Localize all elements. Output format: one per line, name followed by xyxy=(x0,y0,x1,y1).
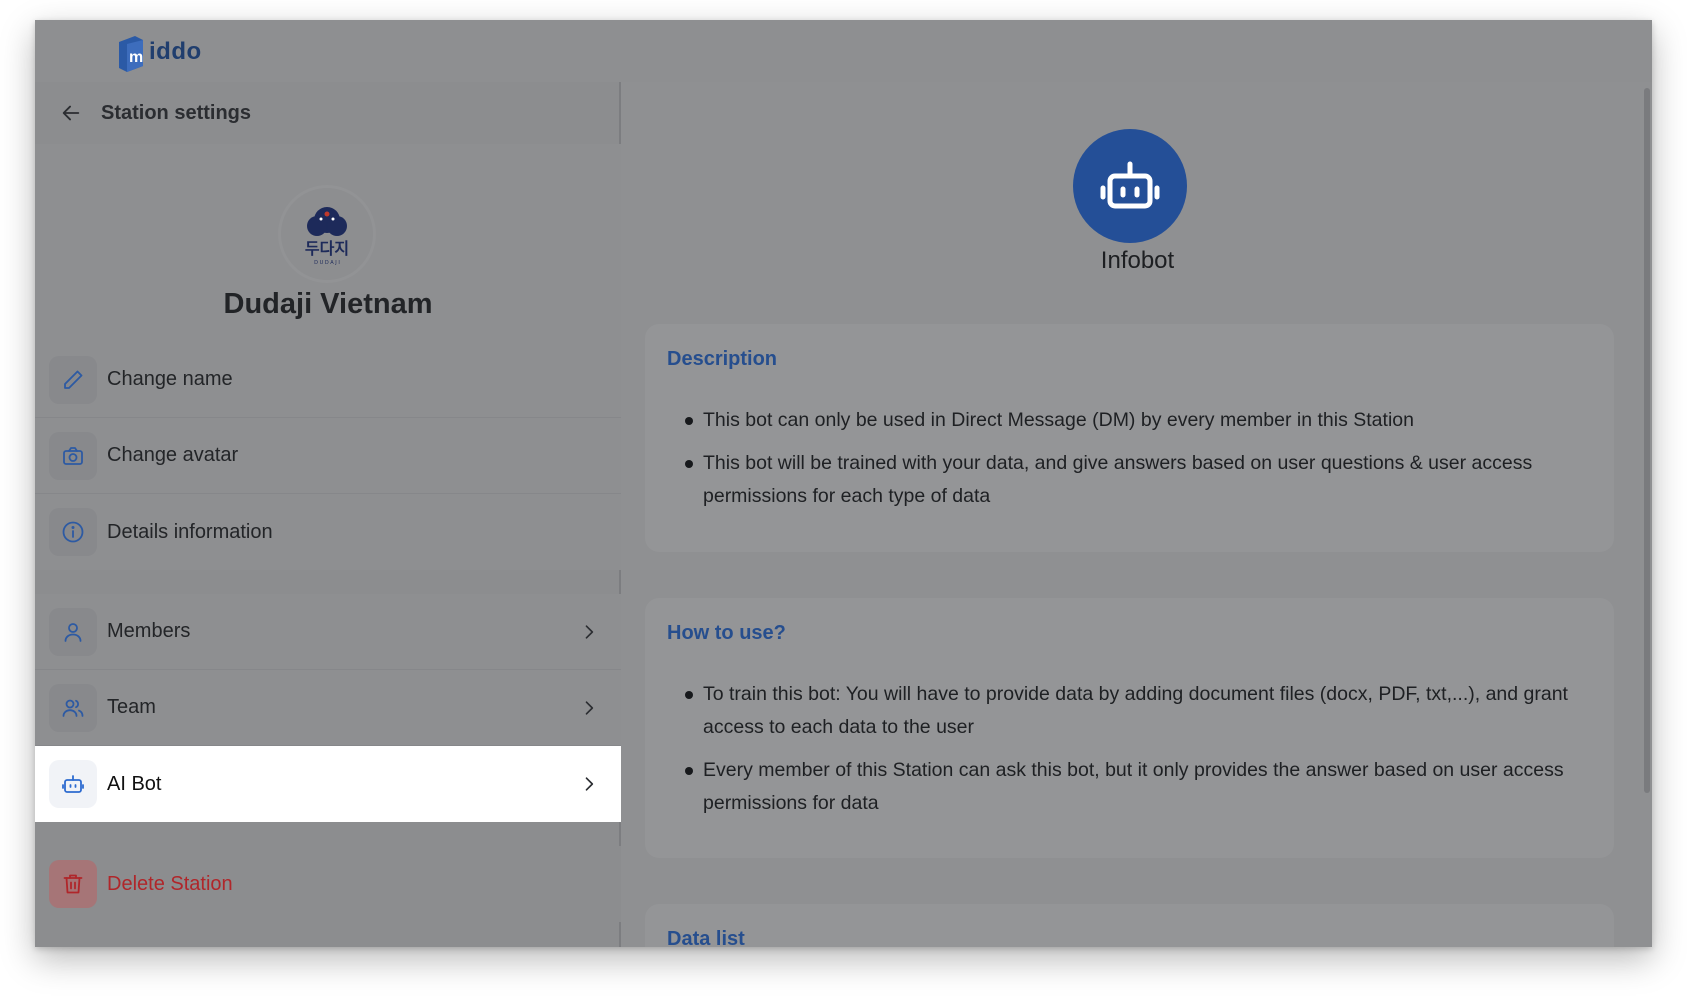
logo-mark-icon: m xyxy=(115,32,149,72)
robot-icon xyxy=(1100,161,1160,209)
pencil-icon xyxy=(49,355,97,404)
how-to-use-list: To train this bot: You will have to prov… xyxy=(683,678,1588,830)
back-arrow-icon[interactable] xyxy=(59,101,83,125)
station-avatar: 두다지 D U D A J I xyxy=(281,188,373,280)
how-to-use-card: How to use? To train this bot: You will … xyxy=(645,598,1614,858)
logo[interactable]: m iddo xyxy=(115,30,202,74)
list-item: This bot can only be used in Direct Mess… xyxy=(683,404,1588,437)
avatar-text: 두다지 xyxy=(305,239,349,258)
list-item: Every member of this Station can ask thi… xyxy=(683,754,1588,820)
info-icon xyxy=(49,508,97,556)
ai-bot-panel: Infobot Description This bot can only be… xyxy=(623,82,1652,947)
menu-label: Details information xyxy=(107,520,273,543)
menu-members[interactable]: Members xyxy=(35,594,621,670)
logo-letter: m xyxy=(129,49,143,66)
menu-ai-bot[interactable]: AI Bot xyxy=(35,746,621,822)
menu-label: Delete Station xyxy=(107,872,233,895)
menu-team[interactable]: Team xyxy=(35,670,621,746)
menu-label: Team xyxy=(107,696,156,718)
chevron-right-icon xyxy=(577,772,601,796)
bot-icon xyxy=(49,760,97,808)
menu-label: AI Bot xyxy=(107,772,162,795)
menu-details-information[interactable]: Details information xyxy=(35,494,621,570)
section-title: Data list xyxy=(667,928,745,947)
menu-delete-station[interactable]: Delete Station xyxy=(35,846,621,922)
settings-header: Station settings xyxy=(35,82,619,144)
bot-name: Infobot xyxy=(1100,247,1175,274)
section-title: How to use? xyxy=(667,622,786,644)
chevron-right-icon xyxy=(577,696,601,720)
section-title: Description xyxy=(667,348,778,370)
chevron-right-icon xyxy=(577,620,601,644)
bot-avatar xyxy=(1073,129,1187,243)
trash-icon xyxy=(49,860,97,908)
description-list: This bot can only be used in Direct Mess… xyxy=(683,404,1588,523)
users-icon xyxy=(49,683,97,732)
menu-label: Change name xyxy=(107,368,233,390)
description-card: Description This bot can only be used in… xyxy=(645,324,1614,552)
station-profile: 두다지 D U D A J I Dudaji Vietnam xyxy=(35,144,621,342)
app-window: m iddo Station settings 두다지 D U D A J I … xyxy=(35,20,1652,947)
scrollbar[interactable] xyxy=(1644,88,1650,793)
menu-label: Members xyxy=(107,620,191,642)
user-icon xyxy=(49,607,97,656)
menu-label: Change avatar xyxy=(107,444,239,466)
station-name: Dudaji Vietnam xyxy=(223,288,433,320)
data-list-card: Data list xyxy=(645,904,1614,947)
svg-text:D U D A J I: D U D A J I xyxy=(314,260,340,266)
list-item: This bot will be trained with your data,… xyxy=(683,447,1588,513)
top-bar: m iddo xyxy=(35,20,1652,82)
list-item: To train this bot: You will have to prov… xyxy=(683,678,1588,744)
menu-change-avatar[interactable]: Change avatar xyxy=(35,418,621,494)
settings-sidebar: Station settings 두다지 D U D A J I Dudaji … xyxy=(35,82,621,947)
menu-change-name[interactable]: Change name xyxy=(35,342,621,418)
camera-icon xyxy=(49,431,97,480)
page-title: Station settings xyxy=(101,101,252,124)
logo-text: iddo xyxy=(149,38,202,65)
